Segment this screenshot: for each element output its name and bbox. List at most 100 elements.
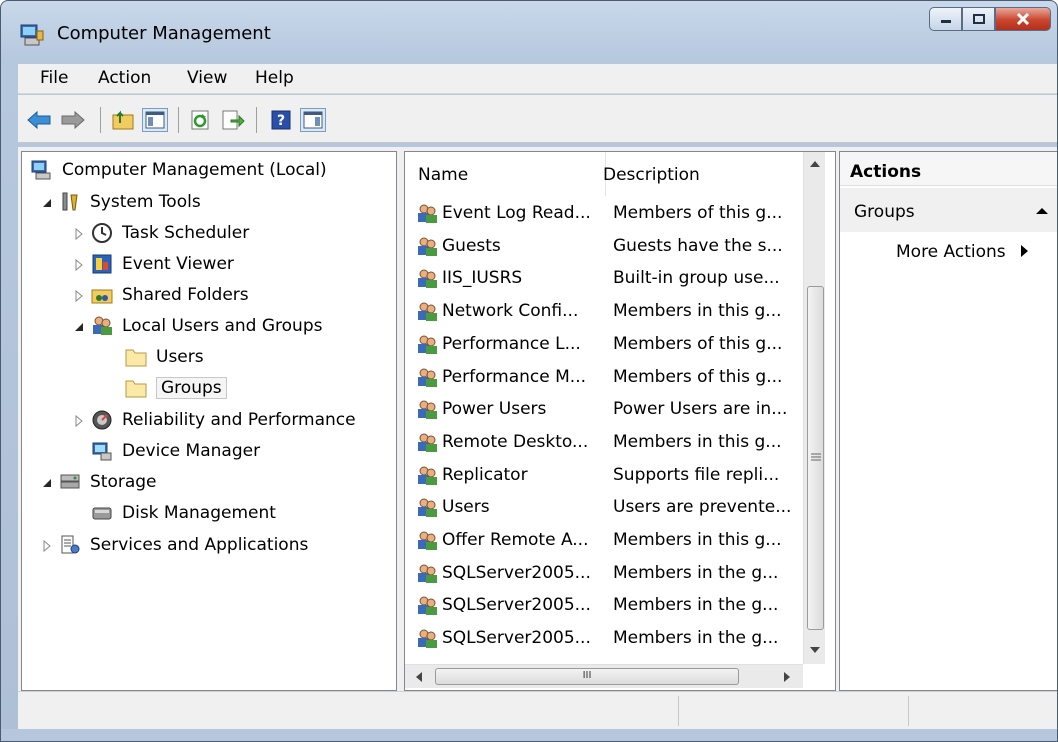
tree-item-local-users-and-groups[interactable]: Local Users and Groups — [72, 312, 322, 340]
more-actions-item[interactable]: More Actions — [896, 242, 1029, 262]
list-row[interactable]: Remote Deskto... Members in this g... — [411, 427, 801, 459]
export-list-button[interactable] — [220, 108, 246, 132]
list-row[interactable]: Event Log Read... Members of this g... — [411, 198, 801, 230]
maximize-button[interactable] — [962, 7, 995, 31]
window-bottom-frame — [1, 729, 1057, 741]
list-row[interactable]: SQLServer2005... Members in the g... — [411, 558, 801, 590]
list-row[interactable]: Offer Remote A... Members in this g... — [411, 525, 801, 557]
group-icon — [415, 235, 439, 259]
list-row[interactable]: Performance L... Members of this g... — [411, 329, 801, 361]
tree-item-task-scheduler[interactable]: Task Scheduler — [72, 219, 249, 247]
back-button[interactable] — [26, 108, 52, 132]
close-button[interactable] — [995, 7, 1051, 31]
group-description: Members in the g... — [613, 595, 779, 616]
tree-item-disk-management[interactable]: Disk Management — [72, 499, 276, 527]
column-header-name[interactable]: Name — [418, 165, 468, 185]
group-icon — [415, 529, 439, 553]
tree-item-system-tools[interactable]: System Tools — [40, 188, 201, 216]
collapsed-triangle-icon[interactable] — [72, 413, 86, 428]
scroll-right-arrow-icon[interactable] — [783, 672, 791, 682]
group-icon — [415, 398, 439, 422]
toolbar-separator — [256, 107, 257, 133]
tree-item-groups[interactable]: Groups — [106, 374, 227, 402]
minimize-button[interactable] — [929, 7, 962, 31]
expanded-triangle-icon[interactable] — [40, 195, 54, 209]
vertical-scroll-thumb[interactable] — [807, 286, 824, 630]
services-icon — [58, 533, 82, 557]
window-title: Computer Management — [57, 23, 271, 44]
group-icon — [415, 431, 439, 455]
group-icon — [415, 267, 439, 291]
tree-item-device-manager[interactable]: Device Manager — [72, 437, 260, 465]
group-name: Performance L... — [442, 333, 581, 354]
list-row[interactable]: Network Confi... Members in this g... — [411, 296, 801, 328]
menu-action[interactable]: Action — [98, 68, 151, 88]
refresh-button[interactable] — [188, 108, 214, 132]
toolbar-separator — [178, 107, 179, 133]
expanded-triangle-icon[interactable] — [40, 475, 54, 489]
group-description: Guests have the s... — [613, 235, 783, 256]
menu-view[interactable]: View — [187, 68, 227, 88]
expanded-triangle-icon[interactable] — [72, 319, 86, 333]
grip-icon — [811, 453, 821, 461]
group-icon — [415, 333, 439, 357]
tree-item-users[interactable]: Users — [106, 343, 204, 371]
groups-list-view[interactable]: Name Description Event Log Read... Member… — [404, 151, 836, 691]
list-row[interactable]: Performance M... Members of this g... — [411, 362, 801, 394]
actions-group-header[interactable]: Groups — [840, 188, 1057, 232]
tree-item-services-and-applications[interactable]: Services and Applications — [40, 531, 308, 559]
list-row[interactable]: Power Users Power Users are in... — [411, 394, 801, 426]
client-area: Computer Management (Local) System Tools T… — [18, 147, 1057, 691]
help-button[interactable]: ? — [268, 108, 294, 132]
tree-item-storage[interactable]: Storage — [40, 468, 157, 496]
horizontal-scrollbar[interactable]: III — [405, 664, 803, 688]
column-header-description[interactable]: Description — [603, 165, 700, 185]
scroll-down-arrow-icon[interactable] — [810, 646, 820, 654]
collapsed-triangle-icon[interactable] — [72, 288, 86, 303]
tree-item-reliability-and-performance[interactable]: Reliability and Performance — [72, 406, 356, 434]
show-hide-console-tree-button[interactable] — [142, 108, 168, 132]
group-description: Members in the g... — [613, 562, 779, 583]
menu-bar: File Action View Help — [18, 64, 1057, 94]
tree-item-label: Reliability and Performance — [122, 410, 356, 430]
tree-item-computer-management-local[interactable]: Computer Management (Local) — [30, 156, 327, 184]
show-hide-action-pane-button[interactable] — [300, 108, 326, 132]
tree-item-label: Local Users and Groups — [122, 316, 323, 336]
group-name: Event Log Read... — [442, 203, 591, 223]
event-viewer-icon — [90, 252, 114, 276]
forward-button[interactable] — [60, 108, 86, 132]
collapsed-triangle-icon[interactable] — [72, 226, 86, 241]
title-bar[interactable]: Computer Management — [1, 1, 1057, 57]
group-description: Members in this g... — [613, 431, 782, 452]
group-description: Members of this g... — [613, 366, 783, 387]
list-row[interactable]: Users Users are prevente... — [411, 492, 801, 524]
collapse-up-icon[interactable] — [1036, 207, 1048, 215]
horizontal-scroll-thumb[interactable]: III — [435, 668, 739, 685]
list-row[interactable]: Replicator Supports file repli... — [411, 460, 801, 492]
close-icon — [1016, 13, 1030, 25]
scroll-left-arrow-icon[interactable] — [415, 672, 423, 682]
console-tree[interactable]: Computer Management (Local) System Tools T… — [21, 151, 397, 691]
list-row[interactable]: Guests Guests have the s... — [411, 231, 801, 263]
collapsed-triangle-icon[interactable] — [40, 538, 54, 553]
collapsed-triangle-icon[interactable] — [72, 257, 86, 272]
list-row[interactable]: IIS_IUSRS Built-in group use... — [411, 263, 801, 295]
menu-help[interactable]: Help — [255, 68, 294, 88]
vertical-scrollbar[interactable] — [803, 152, 825, 664]
tree-item-event-viewer[interactable]: Event Viewer — [72, 250, 234, 278]
disk-icon — [90, 501, 114, 525]
shared-folders-icon — [90, 283, 114, 307]
menu-file[interactable]: File — [40, 68, 68, 88]
scroll-up-arrow-icon[interactable] — [810, 160, 820, 168]
group-icon — [415, 464, 439, 488]
up-one-level-button[interactable] — [110, 108, 136, 132]
group-description: Built-in group use... — [613, 268, 780, 289]
tree-item-shared-folders[interactable]: Shared Folders — [72, 281, 249, 309]
clock-icon — [90, 221, 114, 245]
tree-item-label: Disk Management — [122, 503, 276, 523]
list-row[interactable]: SQLServer2005... Members in the g... — [411, 590, 801, 622]
group-name: Users — [442, 497, 490, 518]
list-row[interactable]: SQLServer2005... Members in the g... — [411, 623, 801, 655]
group-icon — [415, 594, 439, 618]
users-icon — [90, 314, 114, 338]
